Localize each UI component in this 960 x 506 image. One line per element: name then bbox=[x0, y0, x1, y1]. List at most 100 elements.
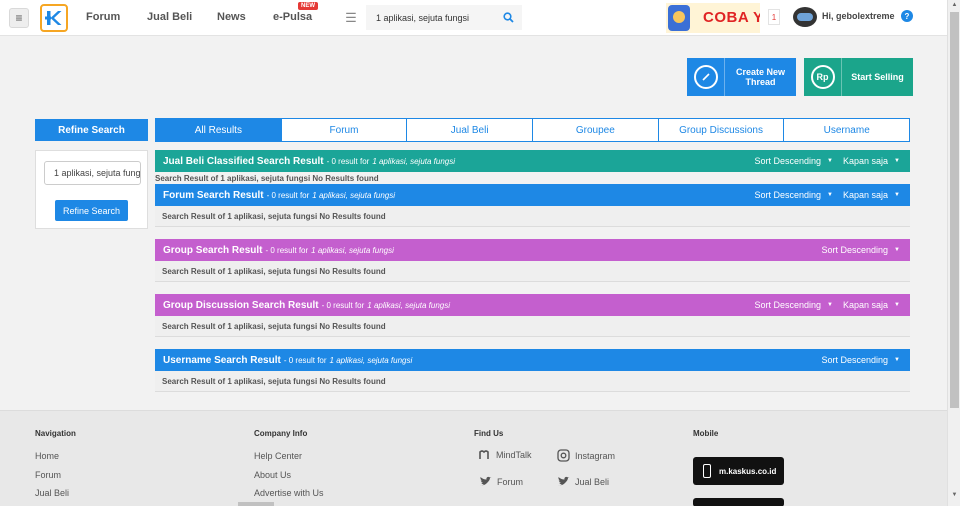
group-discussion-results: Group Discussion Search Result - 0 resul… bbox=[155, 294, 910, 337]
footer-link-forum[interactable]: Forum bbox=[35, 470, 61, 480]
section-count: - 0 result for bbox=[321, 300, 365, 310]
chevron-down-icon: ▼ bbox=[894, 247, 900, 253]
section-count: - 0 result for bbox=[265, 245, 309, 255]
footer-mindtalk[interactable]: MindTalk bbox=[479, 449, 532, 461]
kaskus-logo[interactable] bbox=[40, 4, 68, 32]
sort-dropdown[interactable]: Sort Descending ▼ bbox=[755, 190, 834, 200]
footer-twitter-forum[interactable]: Forum bbox=[479, 476, 523, 487]
tab-forum[interactable]: Forum bbox=[282, 119, 408, 141]
sort-dropdown[interactable]: Sort Descending ▼ bbox=[822, 355, 901, 365]
promo-text: COBA YU bbox=[703, 9, 760, 26]
tab-groupee[interactable]: Groupee bbox=[533, 119, 659, 141]
start-selling-label: Start Selling bbox=[851, 72, 904, 82]
promo-banner[interactable]: COBA YU bbox=[666, 3, 760, 33]
mindtalk-icon bbox=[479, 449, 491, 461]
nav-forum[interactable]: Forum bbox=[86, 11, 120, 23]
vertical-scrollbar[interactable]: ▲ ▼ bbox=[947, 0, 960, 506]
promo-mascot-icon bbox=[668, 5, 690, 31]
start-selling-button[interactable]: Rp Start Selling bbox=[804, 58, 913, 96]
mobile-app-button[interactable]: m.kaskus.co.id bbox=[693, 457, 784, 485]
section-header: Group Search Result - 0 result for 1 apl… bbox=[155, 239, 910, 261]
avatar[interactable] bbox=[793, 7, 817, 27]
tab-username[interactable]: Username bbox=[784, 119, 909, 141]
section-empty-message: Search Result of 1 aplikasi, sejuta fung… bbox=[155, 206, 910, 227]
nav-jual-beli[interactable]: Jual Beli bbox=[147, 11, 192, 23]
time-dropdown[interactable]: Kapan saja ▼ bbox=[843, 300, 900, 310]
chevron-down-icon: ▼ bbox=[894, 158, 900, 164]
refine-search-panel: Refine Search bbox=[35, 150, 148, 229]
new-badge: NEW bbox=[298, 2, 318, 10]
refine-search-button[interactable]: Refine Search bbox=[55, 200, 128, 221]
nav-e-pulsa[interactable]: e-Pulsa bbox=[273, 11, 312, 23]
kaskus-logo-icon bbox=[45, 11, 62, 25]
footer-navigation-title: Navigation bbox=[35, 429, 76, 438]
phone-icon bbox=[703, 464, 711, 478]
section-title: Forum Search Result bbox=[163, 189, 264, 201]
rupiah-icon: Rp bbox=[804, 58, 842, 96]
time-dropdown[interactable]: Kapan saja ▼ bbox=[843, 156, 900, 166]
section-title: Username Search Result bbox=[163, 354, 281, 366]
sort-dropdown[interactable]: Sort Descending ▼ bbox=[755, 300, 834, 310]
footer-link-home[interactable]: Home bbox=[35, 451, 59, 461]
chevron-down-icon: ▼ bbox=[894, 357, 900, 363]
scroll-thumb[interactable] bbox=[950, 12, 959, 408]
scroll-down-icon[interactable]: ▼ bbox=[948, 490, 960, 500]
group-results: Group Search Result - 0 result for 1 apl… bbox=[155, 239, 910, 282]
twitter-icon bbox=[557, 476, 570, 487]
section-empty-message: Search Result of 1 aplikasi, sejuta fung… bbox=[155, 172, 910, 184]
refine-search-input[interactable] bbox=[44, 161, 141, 185]
footer-instagram[interactable]: Instagram bbox=[557, 449, 615, 462]
tab-all-results[interactable]: All Results bbox=[156, 119, 282, 141]
scroll-up-icon[interactable]: ▲ bbox=[948, 0, 960, 10]
jual-beli-results: Jual Beli Classified Search Result - 0 r… bbox=[155, 150, 910, 184]
refine-search-title: Refine Search bbox=[35, 119, 148, 141]
pencil-icon bbox=[687, 58, 725, 96]
notification-badge[interactable]: 1 bbox=[768, 9, 780, 25]
footer-link-help-center[interactable]: Help Center bbox=[254, 451, 302, 461]
section-title: Jual Beli Classified Search Result bbox=[163, 155, 324, 167]
section-header: Username Search Result - 0 result for 1 … bbox=[155, 349, 910, 371]
help-icon[interactable]: ? bbox=[901, 10, 913, 22]
time-dropdown[interactable]: Kapan saja ▼ bbox=[843, 190, 900, 200]
section-query: 1 aplikasi, sejuta fungsi bbox=[329, 355, 413, 365]
top-navbar: ≡ Forum Jual Beli News e-Pulsa NEW ☰ COB… bbox=[0, 0, 947, 36]
forum-results: Forum Search Result - 0 result for 1 apl… bbox=[155, 184, 910, 227]
mobile-app-label: m.kaskus.co.id bbox=[719, 466, 777, 476]
footer-link-jual-beli[interactable]: Jual Beli bbox=[35, 488, 69, 498]
section-query: 1 aplikasi, sejuta fungsi bbox=[367, 300, 451, 310]
sort-dropdown[interactable]: Sort Descending ▼ bbox=[822, 245, 901, 255]
horizontal-scroll-thumb[interactable] bbox=[238, 502, 274, 506]
result-tabs: All Results Forum Jual Beli Groupee Grou… bbox=[155, 118, 910, 142]
footer-link-about-us[interactable]: About Us bbox=[254, 470, 291, 480]
section-query: 1 aplikasi, sejuta fungsi bbox=[312, 190, 395, 200]
mobile-app-button-2[interactable] bbox=[693, 498, 784, 506]
sort-dropdown[interactable]: Sort Descending ▼ bbox=[755, 156, 834, 166]
menu-icon[interactable]: ≡ bbox=[9, 8, 29, 28]
search-button[interactable] bbox=[494, 5, 522, 30]
footer-twitter-jual-beli[interactable]: Jual Beli bbox=[557, 476, 609, 487]
user-greeting[interactable]: Hi, gebolextreme bbox=[822, 11, 895, 21]
section-query: 1 aplikasi, sejuta fungsi bbox=[372, 156, 456, 166]
create-thread-button[interactable]: Create New Thread bbox=[687, 58, 796, 96]
list-icon[interactable]: ☰ bbox=[339, 8, 363, 28]
section-header: Jual Beli Classified Search Result - 0 r… bbox=[155, 150, 910, 172]
footer-link-advertise[interactable]: Advertise with Us bbox=[254, 488, 324, 498]
section-query: 1 aplikasi, sejuta fungsi bbox=[311, 245, 394, 255]
nav-news[interactable]: News bbox=[217, 11, 246, 23]
section-empty-message: Search Result of 1 aplikasi, sejuta fung… bbox=[155, 261, 910, 282]
section-title: Group Discussion Search Result bbox=[163, 299, 319, 311]
instagram-icon bbox=[557, 449, 570, 462]
section-header: Group Discussion Search Result - 0 resul… bbox=[155, 294, 910, 316]
chevron-down-icon: ▼ bbox=[827, 192, 833, 198]
section-title: Group Search Result bbox=[163, 244, 263, 256]
tab-jual-beli[interactable]: Jual Beli bbox=[407, 119, 534, 141]
chevron-down-icon: ▼ bbox=[827, 302, 833, 308]
chevron-down-icon: ▼ bbox=[894, 192, 900, 198]
search-icon bbox=[502, 12, 514, 23]
search-input[interactable] bbox=[366, 5, 494, 30]
footer: Navigation Home Forum Jual Beli Company … bbox=[0, 410, 947, 506]
tab-group-discussions[interactable]: Group Discussions bbox=[659, 119, 785, 141]
section-header: Forum Search Result - 0 result for 1 apl… bbox=[155, 184, 910, 206]
section-count: - 0 result for bbox=[326, 156, 370, 166]
section-empty-message: Search Result of 1 aplikasi, sejuta fung… bbox=[155, 371, 910, 392]
